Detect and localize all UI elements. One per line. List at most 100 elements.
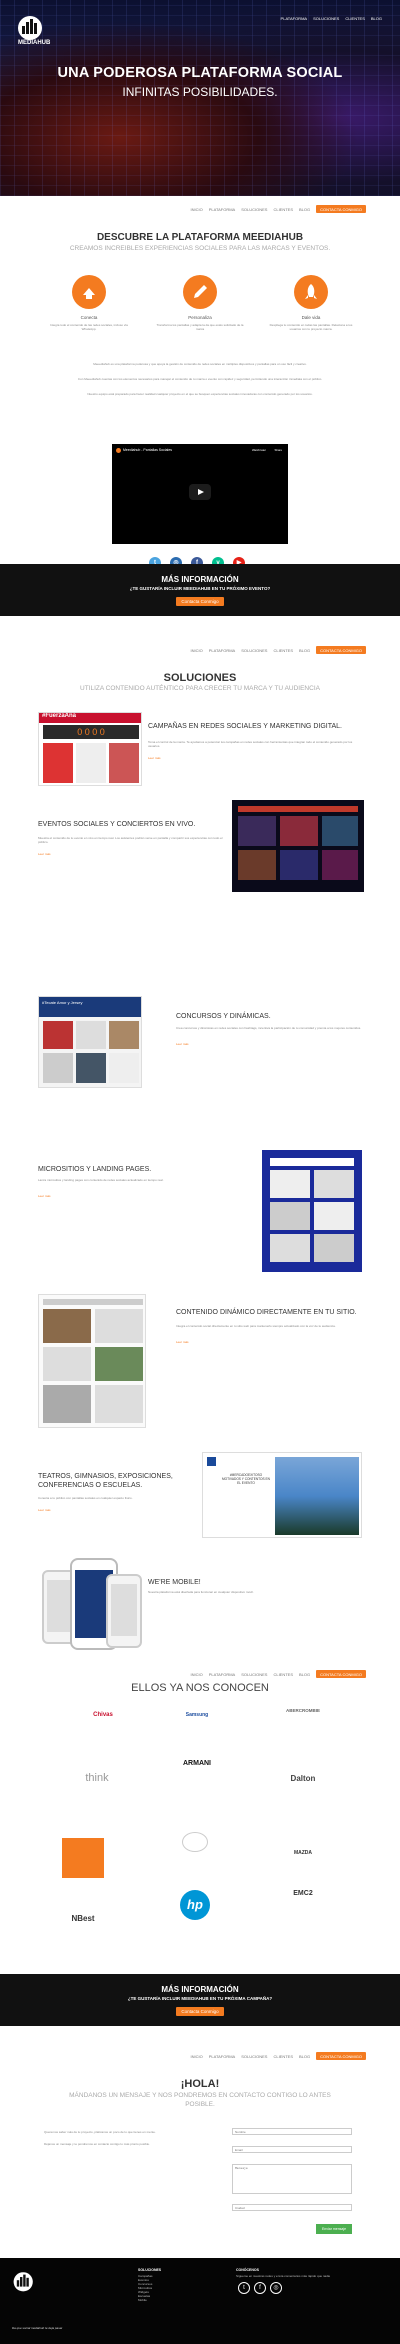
info-title: MÁS INFORMACIÓN: [161, 1985, 239, 1994]
palm-photo: [275, 1457, 359, 1535]
share-button[interactable]: Share: [275, 448, 282, 452]
tile: [43, 743, 73, 783]
watch-later-button[interactable]: Watch later: [252, 448, 266, 452]
subnav-inicio[interactable]: INICIO: [190, 207, 202, 212]
nav-blog[interactable]: BLOG: [371, 16, 382, 21]
microsite-screenshot: [262, 1150, 362, 1272]
subnav-inicio[interactable]: INICIO: [190, 2054, 202, 2059]
message-field[interactable]: [232, 2164, 352, 2194]
subnav-soluciones[interactable]: SOLUCIONES: [241, 1672, 267, 1677]
tile: [43, 1309, 91, 1343]
footer-instagram-icon[interactable]: ◎: [270, 2282, 282, 2294]
subnav-clientes[interactable]: CLIENTES: [273, 2054, 293, 2059]
site-header: [43, 1299, 143, 1305]
fuerza-ana-header: #FuerzaAna: [39, 713, 141, 723]
solution-more-3[interactable]: Leer más: [176, 1042, 189, 1046]
subnav-plataforma[interactable]: PLATAFORMA: [209, 648, 236, 653]
phone-screen: [111, 1584, 137, 1636]
subnav-soluciones[interactable]: SOLUCIONES: [241, 2054, 267, 2059]
client-logo-cream: [182, 1832, 208, 1852]
client-logo-emc: EMC2: [293, 1890, 313, 1897]
client-logo-chivas: Chivas: [93, 1712, 113, 1718]
solution-text-5: Integra el contenido social directamente…: [176, 1324, 336, 1328]
subnav-clientes[interactable]: CLIENTES: [273, 1672, 293, 1677]
solution-title-4: MICROSITIOS Y LANDING PAGES.: [38, 1166, 152, 1173]
top-navigation: PLATAFORMA SOLUCIONES CLIENTES BLOG: [281, 16, 382, 21]
feature-name: Personaliza: [188, 315, 212, 320]
city-field[interactable]: [232, 2204, 352, 2211]
solution-more-6[interactable]: Leer más: [38, 1508, 51, 1512]
subnav-contact-button[interactable]: Contacta Conmigo: [316, 1670, 366, 1678]
subnav-clientes[interactable]: CLIENTES: [273, 207, 293, 212]
clients-title: ELLOS YA NOS CONOCEN: [131, 1682, 269, 1694]
tile: [109, 1053, 139, 1083]
solution-more-4[interactable]: Leer más: [38, 1194, 51, 1198]
rocket-icon: [294, 275, 328, 309]
info-contact-button[interactable]: Contacta Conmigo: [176, 597, 224, 606]
subnav-blog[interactable]: BLOG: [299, 2054, 310, 2059]
discover-paragraph-2: Con Meeediahub cuentas con los elementos…: [77, 377, 323, 381]
footer: Da que social mediahub te deja pasar SOL…: [0, 2258, 400, 2344]
play-icon[interactable]: [189, 484, 211, 500]
discover-paragraph-3: Nuestro equipo está preparado para hacer…: [87, 392, 313, 396]
section-nav-3: INICIO PLATAFORMA SOLUCIONES CLIENTES BL…: [190, 1670, 366, 1678]
solution-text-4: Lanza micrositios y landing pages con co…: [38, 1178, 164, 1182]
subnav-contact-button[interactable]: Contacta Conmigo: [316, 646, 366, 654]
info-contact-button[interactable]: Contacta Conmigo: [176, 2007, 224, 2016]
campaign-screenshot: #FuerzaAna 0 0 0 0: [38, 712, 142, 786]
nav-soluciones[interactable]: SOLUCIONES: [313, 16, 339, 21]
subnav-contact-button[interactable]: Contacta Conmigo: [316, 205, 366, 213]
email-field[interactable]: [232, 2146, 352, 2153]
tile: [314, 1202, 354, 1230]
tile: [95, 1385, 143, 1423]
video-player[interactable]: Meediahub - Pantallas Sociales Watch lat…: [112, 444, 288, 544]
footer-twitter-icon[interactable]: t: [238, 2282, 250, 2294]
subnav-soluciones[interactable]: SOLUCIONES: [241, 207, 267, 212]
send-message-button[interactable]: Enviar mensaje: [316, 2224, 352, 2234]
subnav-inicio[interactable]: INICIO: [190, 648, 202, 653]
client-logo-abercrombie: ABERCROMBIE: [285, 1708, 320, 1713]
contest-header: #Tecate Amor y Jersey: [39, 997, 141, 1017]
subnav-plataforma[interactable]: PLATAFORMA: [209, 1672, 236, 1677]
solution-title-3: CONCURSOS Y DINÁMICAS.: [176, 1013, 271, 1020]
section-nav-1: INICIO PLATAFORMA SOLUCIONES CLIENTES BL…: [190, 205, 366, 213]
subnav-inicio[interactable]: INICIO: [190, 1672, 202, 1677]
tile: [43, 1385, 91, 1423]
name-field[interactable]: [232, 2128, 352, 2135]
nav-plataforma[interactable]: PLATAFORMA: [281, 16, 308, 21]
contest-screenshot: #Tecate Amor y Jersey: [38, 996, 142, 1088]
subnav-plataforma[interactable]: PLATAFORMA: [209, 2054, 236, 2059]
contact-title: ¡HOLA!: [180, 2078, 220, 2090]
tile: [95, 1347, 143, 1381]
client-logo-mazda: MAZDA: [293, 1850, 313, 1856]
subnav-blog[interactable]: BLOG: [299, 207, 310, 212]
website-screenshot: [38, 1294, 146, 1428]
subnav-contact-button[interactable]: Contacta Conmigo: [316, 2052, 366, 2060]
feature-dale-vida: Dale vida Despliega tu contenido en toda…: [266, 275, 356, 331]
subnav-soluciones[interactable]: SOLUCIONES: [241, 648, 267, 653]
subnav-blog[interactable]: BLOG: [299, 1672, 310, 1677]
info-subtitle: ¿TE GUSTARÍA INCLUIR MEEDIAHUB EN TU PRÓ…: [129, 586, 271, 591]
solution-text-2: Muestra el contenido de tu evento en viv…: [38, 836, 223, 844]
discover-paragraph-1: Meeediahub es una plataforma poderosa y …: [93, 362, 307, 366]
section-nav-4: INICIO PLATAFORMA SOLUCIONES CLIENTES BL…: [190, 2052, 366, 2060]
hand-icon: [72, 275, 106, 309]
nav-clientes[interactable]: CLIENTES: [345, 16, 365, 21]
subnav-blog[interactable]: BLOG: [299, 648, 310, 653]
subnav-clientes[interactable]: CLIENTES: [273, 648, 293, 653]
tile: [238, 816, 276, 846]
discover-title: DESCUBRE LA PLATAFORMA MEEDIAHUB: [96, 232, 304, 243]
tile: [270, 1202, 310, 1230]
microsite-header: [270, 1158, 354, 1166]
tile: [270, 1170, 310, 1198]
subnav-plataforma[interactable]: PLATAFORMA: [209, 207, 236, 212]
solution-more-5[interactable]: Leer más: [176, 1340, 189, 1344]
solution-more-2[interactable]: Leer más: [38, 852, 51, 856]
feature-text: Despliega tu contenido en todas las pant…: [269, 323, 353, 331]
solution-title-7: WE'RE MOBILE!: [148, 1579, 201, 1586]
footer-link[interactable]: Mobile: [138, 2298, 153, 2302]
footer-facebook-icon[interactable]: f: [254, 2282, 266, 2294]
section-nav-2: INICIO PLATAFORMA SOLUCIONES CLIENTES BL…: [190, 646, 366, 654]
mobile-devices: [40, 1556, 144, 1652]
solution-more-1[interactable]: Leer más: [148, 756, 161, 760]
